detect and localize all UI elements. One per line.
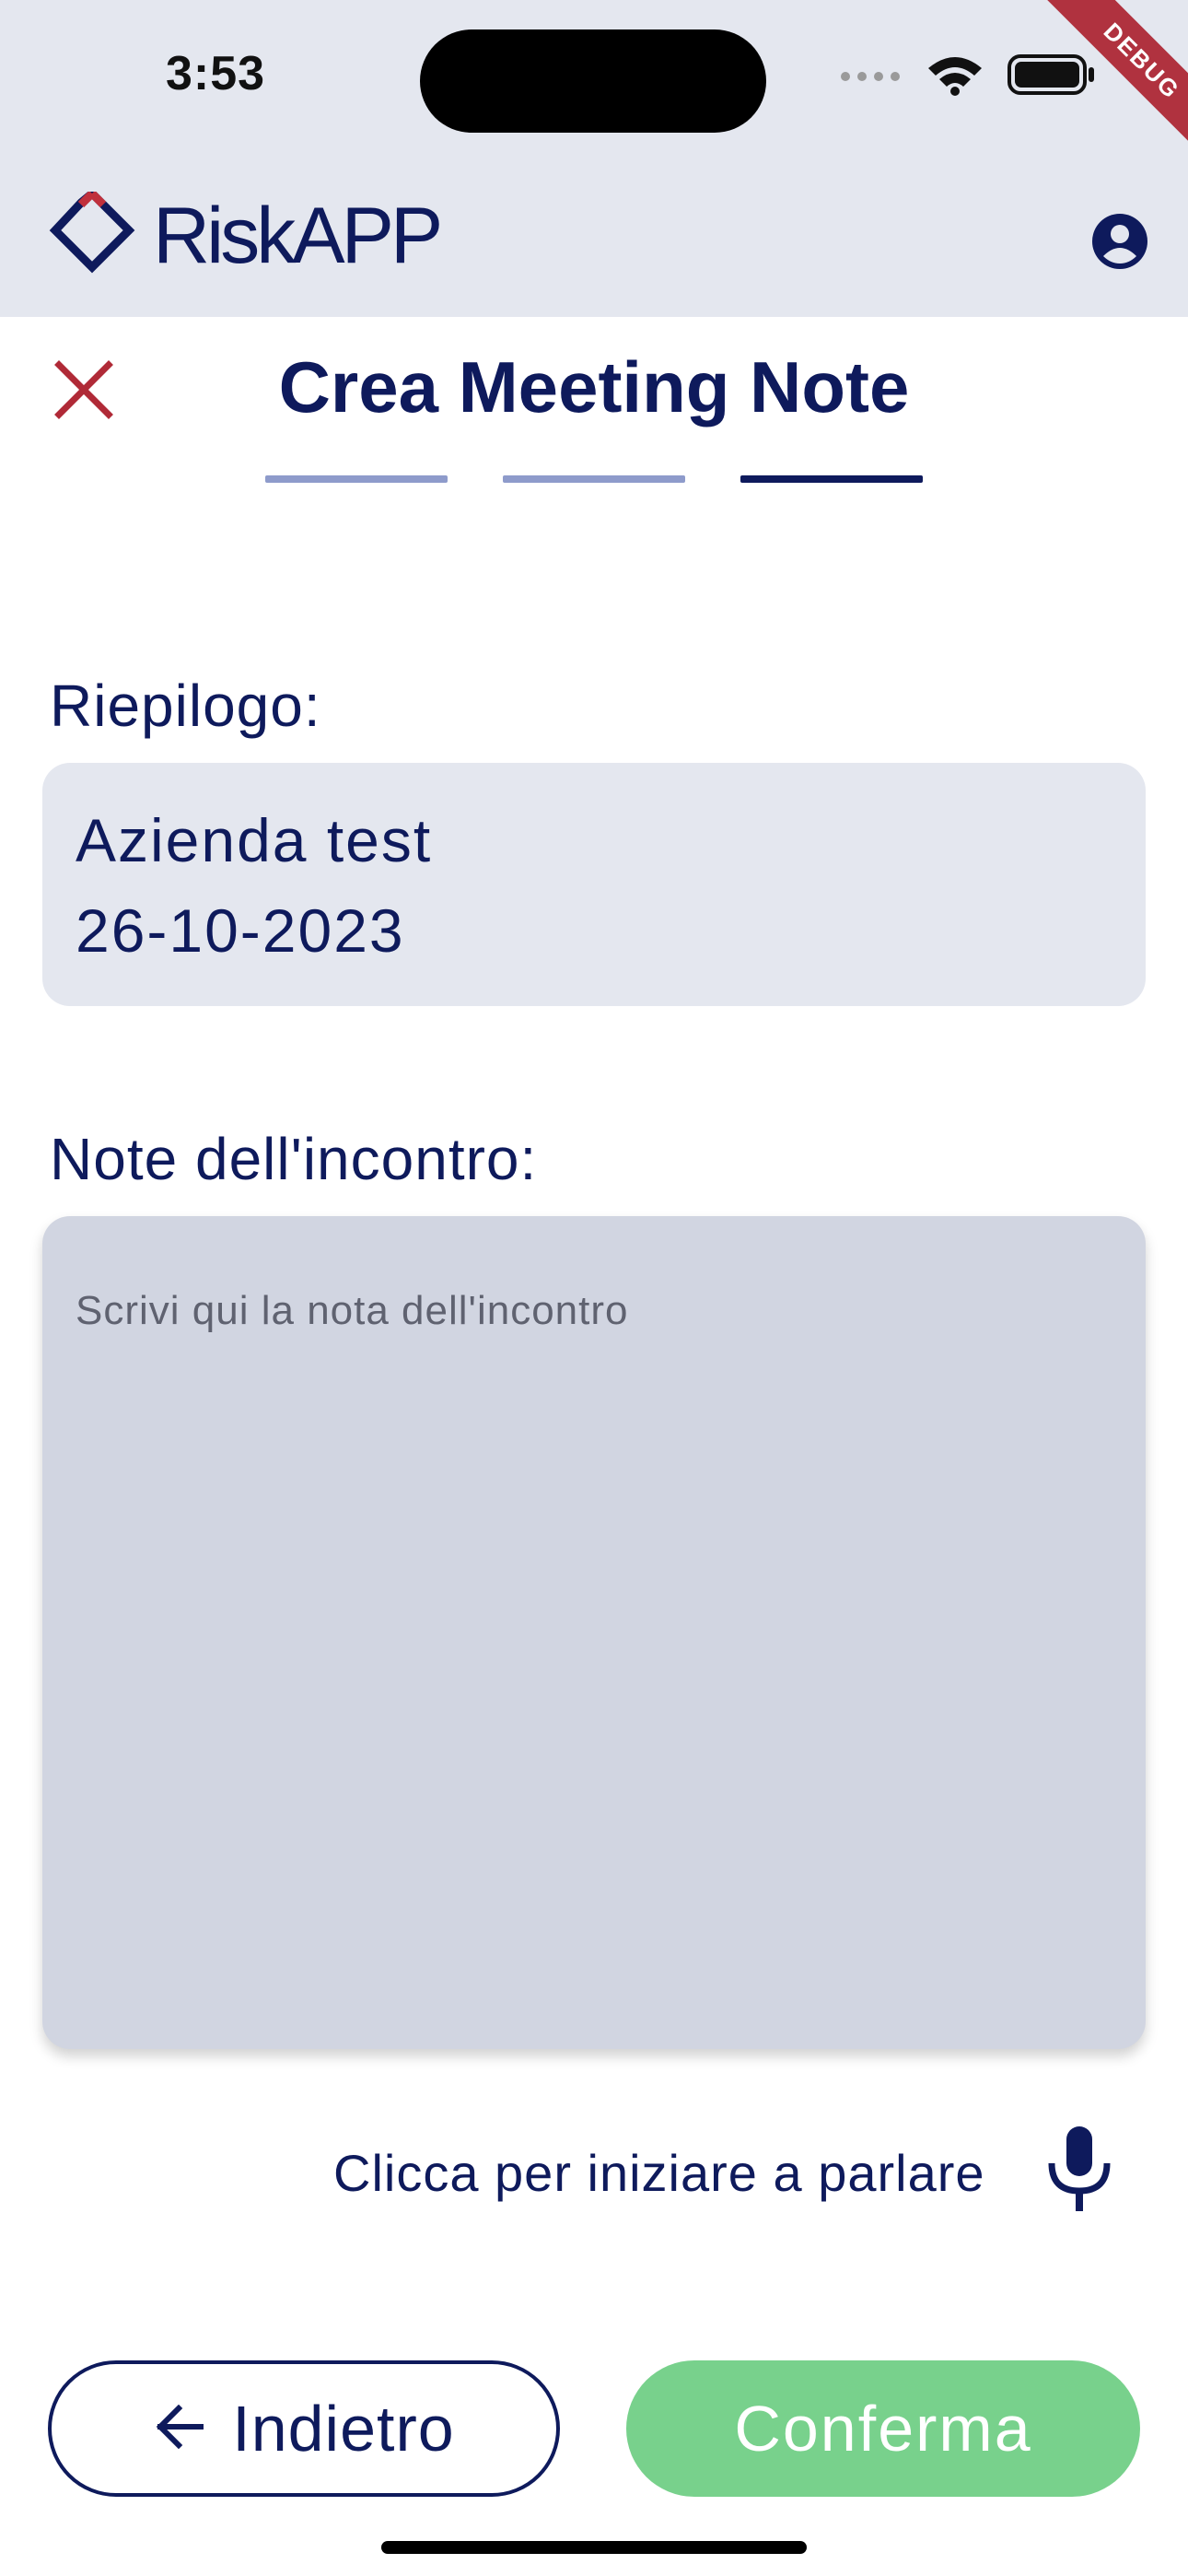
summary-label: Riepilogo: [50,673,321,739]
confirm-button-label: Conferma [734,2393,1032,2465]
summary-box [42,763,1146,1006]
progress-step-1 [265,475,448,483]
back-button-label: Indietro [232,2393,455,2465]
arrow-left-icon [153,2404,204,2453]
riskapp-logo-icon [44,187,140,292]
microphone-button[interactable] [1037,2119,1122,2220]
back-button[interactable]: Indietro [48,2360,560,2497]
debug-banner-label: DEBUG [1027,0,1188,176]
meeting-notes-input[interactable] [42,1216,1146,2049]
page-title: Crea Meeting Note [278,346,910,427]
voice-prompt: Clicca per iniziare a parlare [333,2144,985,2202]
home-indicator [381,2541,807,2554]
status-time: 3:53 [166,47,266,100]
notes-label: Note dell'incontro: [50,1126,538,1192]
brand-name: RiskAPP [153,192,443,280]
wifi-icon [926,53,984,100]
confirm-button[interactable]: Conferma [626,2360,1140,2497]
progress-step-2 [503,475,685,483]
progress-step-3-active [740,475,923,483]
summary-company: Azienda test [76,806,433,874]
cellular-signal-icon [838,65,903,88]
dynamic-island [420,29,766,133]
account-circle-icon[interactable] [1090,212,1149,275]
summary-date: 26-10-2023 [76,896,405,965]
microphone-icon [1044,2123,1114,2218]
debug-banner: DEBUG [985,0,1188,203]
